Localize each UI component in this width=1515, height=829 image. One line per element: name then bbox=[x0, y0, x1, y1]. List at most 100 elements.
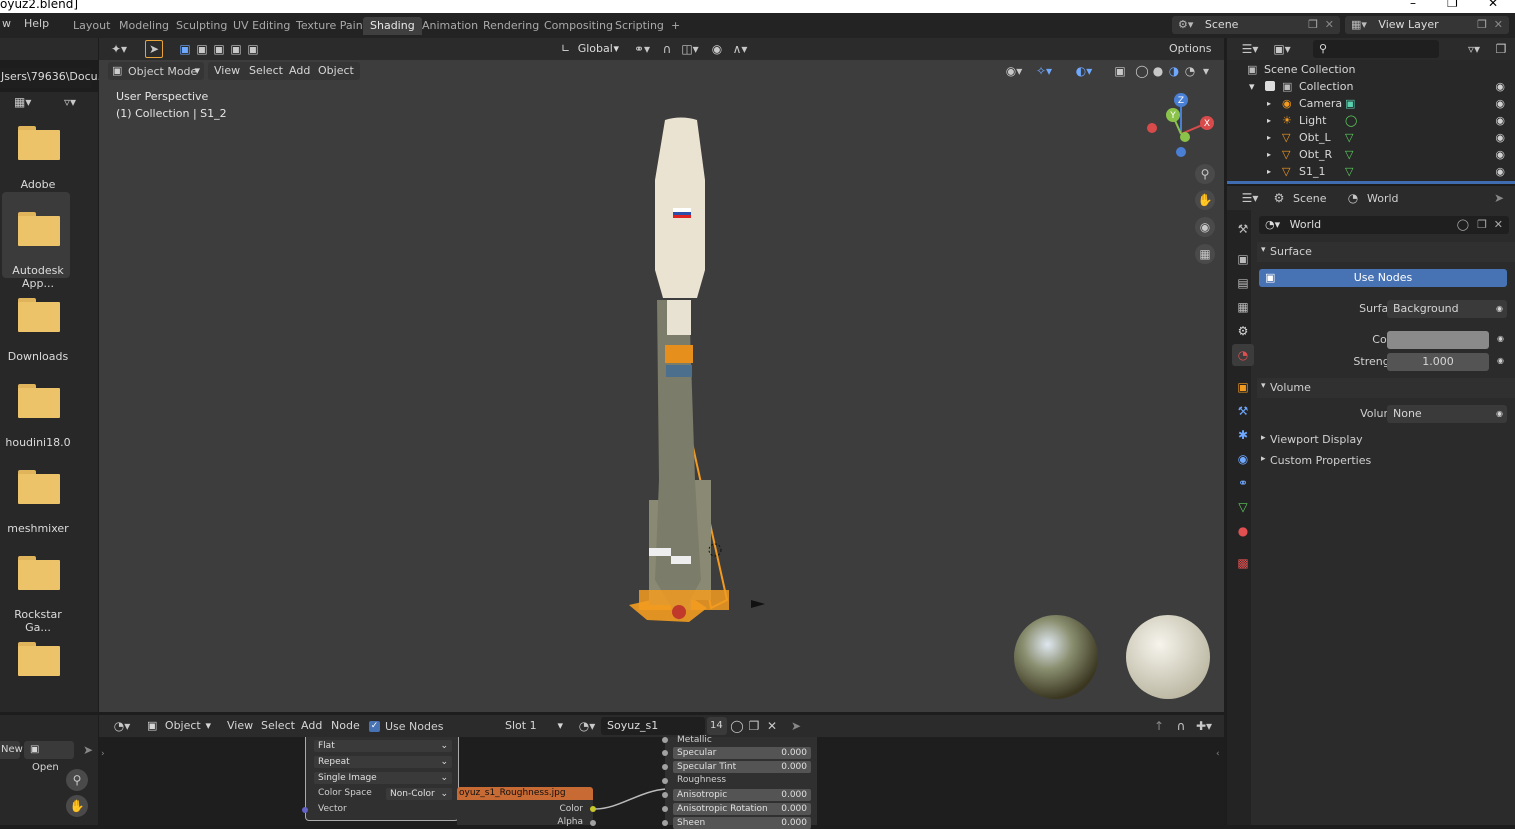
select-invert-icon[interactable]: ▣ bbox=[228, 41, 244, 57]
tab-rendering[interactable]: Rendering bbox=[476, 17, 546, 35]
object-data-icon[interactable]: ◯ bbox=[1345, 112, 1357, 129]
expand-icon[interactable]: ▸ bbox=[1267, 129, 1271, 146]
select-tool-icon[interactable]: ➤ bbox=[145, 40, 163, 58]
tab-layout[interactable]: Layout bbox=[66, 17, 117, 35]
viewport-view-menu[interactable]: View bbox=[208, 62, 247, 80]
select-box-icon[interactable]: ▣ bbox=[177, 41, 193, 57]
parent-node-icon[interactable]: ↑ bbox=[1151, 718, 1167, 734]
texture-tab-icon[interactable]: ▩ bbox=[1232, 552, 1254, 574]
camera-view-icon[interactable]: ◉ bbox=[1195, 217, 1215, 237]
object-data-icon[interactable]: ▽ bbox=[1345, 163, 1353, 180]
anisotropic-socket[interactable] bbox=[662, 792, 668, 798]
metallic-socket[interactable] bbox=[662, 737, 668, 743]
scene-selector[interactable]: ⚙▾ Scene ❐ ✕ bbox=[1172, 16, 1340, 34]
outliner-item-obt-r[interactable]: ▸ ▽ Obt_R ▽ ◉ bbox=[1227, 146, 1515, 163]
delete-scene-icon[interactable]: ✕ bbox=[1325, 16, 1334, 34]
expand-icon[interactable]: ▸ bbox=[1267, 146, 1271, 163]
ortho-toggle-icon[interactable]: ▦ bbox=[1195, 244, 1215, 264]
material-browse-icon[interactable]: ◔▾ bbox=[575, 718, 599, 734]
wireframe-shading-icon[interactable]: ◯ bbox=[1134, 63, 1150, 79]
sidebar-toggle-icon[interactable]: ‹ bbox=[1216, 749, 1220, 759]
folder-item[interactable]: meshmixer bbox=[2, 450, 70, 536]
solid-shading-icon[interactable]: ● bbox=[1150, 63, 1166, 79]
sheen-field[interactable]: Sheen 0.000 bbox=[673, 817, 811, 829]
material-shading-icon[interactable]: ◑ bbox=[1166, 63, 1182, 79]
pin-icon[interactable]: ➤ bbox=[788, 718, 804, 734]
open-button[interactable]: ▣ Open bbox=[24, 741, 74, 773]
new-view-layer-icon[interactable]: ❐ bbox=[1477, 16, 1487, 34]
folder-item[interactable]: Adobe bbox=[2, 106, 70, 192]
surface-shader-dropdown[interactable]: Background ◉ bbox=[1387, 300, 1507, 318]
strength-link-icon[interactable]: ◉ bbox=[1497, 356, 1504, 365]
eye-icon[interactable]: ◉ bbox=[1495, 146, 1505, 163]
eye-icon[interactable]: ◉ bbox=[1495, 112, 1505, 129]
tab-sculpting[interactable]: Sculpting bbox=[169, 17, 234, 35]
vector-socket[interactable] bbox=[302, 807, 308, 813]
color-output-socket[interactable] bbox=[590, 806, 596, 812]
colorspace-dropdown[interactable]: Non-Color ⌄ bbox=[386, 788, 452, 800]
constraints-tab-icon[interactable]: ⚭ bbox=[1232, 472, 1254, 494]
sidebar-toggle-icon[interactable]: › bbox=[101, 749, 105, 759]
tool-tab-icon[interactable]: ⚒ bbox=[1232, 218, 1254, 240]
unlink-world-icon[interactable]: ✕ bbox=[1494, 216, 1503, 234]
properties-editor-icon[interactable]: ☰▾ bbox=[1237, 190, 1263, 206]
source-dropdown[interactable]: Single Image ⌄ bbox=[314, 772, 452, 784]
custom-properties-panel[interactable]: ▸ Custom Properties bbox=[1257, 451, 1515, 471]
object-tab-icon[interactable]: ▣ bbox=[1232, 376, 1254, 398]
outliner-item-light[interactable]: ▸ ☀ Light ◯ ◉ bbox=[1227, 112, 1515, 129]
folder-item[interactable]: Downloads bbox=[2, 278, 70, 364]
node-node-menu[interactable]: Node bbox=[325, 717, 366, 735]
duplicate-world-icon[interactable]: ❐ bbox=[1477, 216, 1487, 234]
object-data-icon[interactable]: ▽ bbox=[1345, 129, 1353, 146]
render-tab-icon[interactable]: ▣ bbox=[1232, 248, 1254, 270]
output-tab-icon[interactable]: ▤ bbox=[1232, 272, 1254, 294]
object-mode-dropdown[interactable]: ▣ Object Mode ▾ bbox=[108, 62, 204, 80]
outliner-search-input[interactable]: ⚲ bbox=[1313, 40, 1439, 58]
filebrowser-path[interactable]: Jsers\79636\Docu... bbox=[0, 68, 108, 88]
folder-item[interactable]: houdini18.0 bbox=[2, 364, 71, 450]
expand-icon[interactable]: ▸ bbox=[1267, 95, 1271, 112]
expand-icon[interactable]: ▸ bbox=[1267, 163, 1271, 180]
menu-help[interactable]: Help bbox=[24, 17, 49, 30]
principled-bsdf-node[interactable]: Metallic Specular 0.000 Specular Tint 0.00… bbox=[662, 735, 817, 829]
tab-animation[interactable]: Animation bbox=[415, 17, 485, 35]
outliner-editor-icon[interactable]: ☰▾ bbox=[1237, 41, 1263, 57]
viewport-display-panel[interactable]: ▸ Viewport Display bbox=[1257, 430, 1515, 450]
node-editor-canvas[interactable]: Flat ⌄ Repeat ⌄ Single Image ⌄ Color Space … bbox=[99, 735, 1224, 829]
overlay-toggle-icon[interactable]: ◐▾ bbox=[1072, 63, 1096, 79]
specular-tint-socket[interactable] bbox=[662, 764, 668, 770]
alpha-output-socket[interactable] bbox=[590, 820, 596, 826]
snap-element-icon[interactable]: ✚▾ bbox=[1191, 718, 1217, 734]
use-nodes-button[interactable]: ▣ Use Nodes bbox=[1259, 269, 1507, 287]
snap-icon[interactable]: ∩ bbox=[1173, 718, 1189, 734]
zoom-icon[interactable]: ⚲ bbox=[66, 769, 88, 791]
expand-icon[interactable]: ▸ bbox=[1267, 112, 1271, 129]
volume-dropdown[interactable]: None ◉ bbox=[1387, 405, 1507, 423]
snap-icon[interactable]: ∩ bbox=[659, 41, 675, 57]
outliner-item-obt-l[interactable]: ▸ ▽ Obt_L ▽ ◉ bbox=[1227, 129, 1515, 146]
editor-type-icon[interactable]: ✦▾ bbox=[111, 41, 127, 57]
specular-socket[interactable] bbox=[662, 750, 668, 756]
eye-icon[interactable]: ◉ bbox=[1495, 78, 1505, 95]
new-collection-icon[interactable]: ❐ bbox=[1493, 41, 1509, 57]
expand-icon[interactable]: ▾ bbox=[1249, 78, 1255, 95]
outliner-filter-icon[interactable]: ▿▾ bbox=[1461, 41, 1487, 57]
select-extend-icon[interactable]: ▣ bbox=[194, 41, 210, 57]
folder-item[interactable] bbox=[2, 622, 70, 708]
pan-icon[interactable]: ✋ bbox=[66, 795, 88, 817]
pin-icon[interactable]: ➤ bbox=[1491, 190, 1507, 206]
scene-tab-icon[interactable]: ⚙ bbox=[1232, 320, 1254, 342]
gizmo-toggle-icon[interactable]: ✧▾ bbox=[1032, 63, 1056, 79]
node-editor-type-icon[interactable]: ◔▾ bbox=[109, 718, 135, 734]
snap-target-icon[interactable]: ◫▾ bbox=[677, 41, 703, 57]
menu-file[interactable]: w bbox=[2, 17, 11, 30]
minimize-button[interactable]: – bbox=[1410, 0, 1416, 9]
select-subtract-icon[interactable]: ▣ bbox=[211, 41, 227, 57]
sheen-socket[interactable] bbox=[662, 820, 668, 826]
fake-user-icon[interactable]: ◯ bbox=[1457, 216, 1469, 234]
unlink-material-icon[interactable]: ✕ bbox=[764, 718, 780, 734]
rendered-shading-icon[interactable]: ◔ bbox=[1182, 63, 1198, 79]
pin-icon[interactable]: ➤ bbox=[80, 742, 96, 758]
outliner-item-camera[interactable]: ▸ ◉ Camera ▣ ◉ bbox=[1227, 95, 1515, 112]
color-swatch[interactable] bbox=[1387, 331, 1489, 349]
